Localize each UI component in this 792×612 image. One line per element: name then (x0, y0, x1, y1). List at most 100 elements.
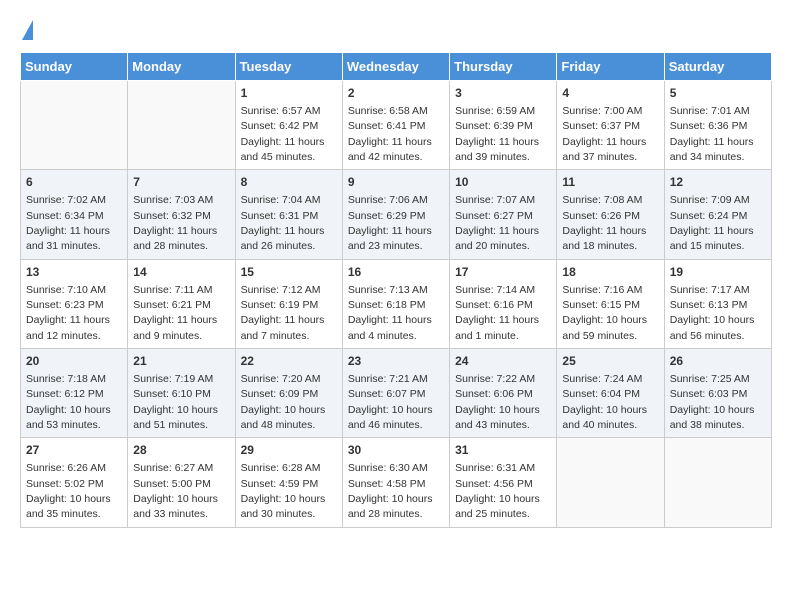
day-info: Sunrise: 7:03 AM Sunset: 6:32 PM Dayligh… (133, 194, 217, 252)
day-number: 16 (348, 264, 444, 281)
day-info: Sunrise: 7:10 AM Sunset: 6:23 PM Dayligh… (26, 284, 110, 342)
day-info: Sunrise: 7:14 AM Sunset: 6:16 PM Dayligh… (455, 284, 539, 342)
day-info: Sunrise: 7:21 AM Sunset: 6:07 PM Dayligh… (348, 373, 433, 431)
day-number: 27 (26, 442, 122, 459)
weekday-header-wednesday: Wednesday (342, 53, 449, 81)
day-number: 11 (562, 174, 658, 191)
day-number: 23 (348, 353, 444, 370)
calendar-day-cell: 18 Sunrise: 7:16 AM Sunset: 6:15 PM Dayli… (557, 259, 664, 348)
day-number: 6 (26, 174, 122, 191)
day-number: 13 (26, 264, 122, 281)
day-number: 7 (133, 174, 229, 191)
calendar-day-cell: 28Sunrise: 6:27 AM Sunset: 5:00 PM Dayli… (128, 438, 235, 527)
calendar-day-cell: 20 Sunrise: 7:18 AM Sunset: 6:12 PM Dayli… (21, 349, 128, 438)
calendar-day-cell: 22 Sunrise: 7:20 AM Sunset: 6:09 PM Dayli… (235, 349, 342, 438)
day-info: Sunrise: 7:12 AM Sunset: 6:19 PM Dayligh… (241, 284, 325, 342)
day-number: 25 (562, 353, 658, 370)
calendar-day-cell: 30 Sunrise: 6:30 AM Sunset: 4:58 PM Dayli… (342, 438, 449, 527)
calendar-table: SundayMondayTuesdayWednesdayThursdayFrid… (20, 52, 772, 528)
calendar-day-cell (21, 81, 128, 170)
page-header (20, 20, 772, 42)
day-info: Sunrise: 7:19 AM Sunset: 6:10 PM Dayligh… (133, 373, 218, 431)
calendar-day-cell: 7 Sunrise: 7:03 AM Sunset: 6:32 PM Daylig… (128, 170, 235, 259)
day-info: Sunrise: 7:04 AM Sunset: 6:31 PM Dayligh… (241, 194, 325, 252)
weekday-header-row: SundayMondayTuesdayWednesdayThursdayFrid… (21, 53, 772, 81)
day-info: Sunrise: 6:59 AM Sunset: 6:39 PM Dayligh… (455, 105, 539, 163)
calendar-day-cell: 27 Sunrise: 6:26 AM Sunset: 5:02 PM Dayli… (21, 438, 128, 527)
day-info: Sunrise: 6:30 AM Sunset: 4:58 PM Dayligh… (348, 462, 433, 520)
day-number: 19 (670, 264, 766, 281)
day-number: 30 (348, 442, 444, 459)
day-info: Sunrise: 7:08 AM Sunset: 6:26 PM Dayligh… (562, 194, 646, 252)
day-info: Sunrise: 6:57 AM Sunset: 6:42 PM Dayligh… (241, 105, 325, 163)
day-number: 17 (455, 264, 551, 281)
calendar-day-cell: 16 Sunrise: 7:13 AM Sunset: 6:18 PM Dayli… (342, 259, 449, 348)
calendar-day-cell: 29Sunrise: 6:28 AM Sunset: 4:59 PM Dayli… (235, 438, 342, 527)
weekday-header-sunday: Sunday (21, 53, 128, 81)
day-number: 8 (241, 174, 337, 191)
day-number: 26 (670, 353, 766, 370)
day-info: Sunrise: 7:09 AM Sunset: 6:24 PM Dayligh… (670, 194, 754, 252)
logo (20, 20, 33, 42)
calendar-day-cell: 14 Sunrise: 7:11 AM Sunset: 6:21 PM Dayli… (128, 259, 235, 348)
calendar-day-cell: 6Sunrise: 7:02 AM Sunset: 6:34 PM Daylig… (21, 170, 128, 259)
day-info: Sunrise: 7:13 AM Sunset: 6:18 PM Dayligh… (348, 284, 432, 342)
calendar-day-cell: 4Sunrise: 7:00 AM Sunset: 6:37 PM Daylig… (557, 81, 664, 170)
calendar-day-cell: 2Sunrise: 6:58 AM Sunset: 6:41 PM Daylig… (342, 81, 449, 170)
day-number: 31 (455, 442, 551, 459)
calendar-day-cell: 31 Sunrise: 6:31 AM Sunset: 4:56 PM Dayli… (450, 438, 557, 527)
day-info: Sunrise: 7:11 AM Sunset: 6:21 PM Dayligh… (133, 284, 217, 342)
calendar-day-cell: 21 Sunrise: 7:19 AM Sunset: 6:10 PM Dayli… (128, 349, 235, 438)
calendar-day-cell: 25 Sunrise: 7:24 AM Sunset: 6:04 PM Dayli… (557, 349, 664, 438)
calendar-day-cell: 10 Sunrise: 7:07 AM Sunset: 6:27 PM Dayli… (450, 170, 557, 259)
day-info: Sunrise: 7:01 AM Sunset: 6:36 PM Dayligh… (670, 105, 754, 163)
day-info: Sunrise: 7:24 AM Sunset: 6:04 PM Dayligh… (562, 373, 647, 431)
calendar-day-cell: 17 Sunrise: 7:14 AM Sunset: 6:16 PM Dayli… (450, 259, 557, 348)
day-info: Sunrise: 7:07 AM Sunset: 6:27 PM Dayligh… (455, 194, 539, 252)
calendar-day-cell: 15Sunrise: 7:12 AM Sunset: 6:19 PM Dayli… (235, 259, 342, 348)
day-info: Sunrise: 7:25 AM Sunset: 6:03 PM Dayligh… (670, 373, 755, 431)
day-number: 22 (241, 353, 337, 370)
weekday-header-friday: Friday (557, 53, 664, 81)
calendar-day-cell: 1 Sunrise: 6:57 AM Sunset: 6:42 PM Daylig… (235, 81, 342, 170)
day-info: Sunrise: 7:06 AM Sunset: 6:29 PM Dayligh… (348, 194, 432, 252)
calendar-week-row: 1 Sunrise: 6:57 AM Sunset: 6:42 PM Daylig… (21, 81, 772, 170)
day-info: Sunrise: 7:20 AM Sunset: 6:09 PM Dayligh… (241, 373, 326, 431)
calendar-week-row: 27 Sunrise: 6:26 AM Sunset: 5:02 PM Dayli… (21, 438, 772, 527)
day-number: 14 (133, 264, 229, 281)
calendar-day-cell: 3Sunrise: 6:59 AM Sunset: 6:39 PM Daylig… (450, 81, 557, 170)
day-number: 10 (455, 174, 551, 191)
calendar-day-cell: 13 Sunrise: 7:10 AM Sunset: 6:23 PM Dayli… (21, 259, 128, 348)
day-number: 21 (133, 353, 229, 370)
day-number: 28 (133, 442, 229, 459)
calendar-week-row: 20 Sunrise: 7:18 AM Sunset: 6:12 PM Dayli… (21, 349, 772, 438)
calendar-day-cell: 8 Sunrise: 7:04 AM Sunset: 6:31 PM Daylig… (235, 170, 342, 259)
calendar-day-cell: 12Sunrise: 7:09 AM Sunset: 6:24 PM Dayli… (664, 170, 771, 259)
calendar-day-cell: 9 Sunrise: 7:06 AM Sunset: 6:29 PM Daylig… (342, 170, 449, 259)
day-number: 5 (670, 85, 766, 102)
weekday-header-thursday: Thursday (450, 53, 557, 81)
calendar-day-cell: 11 Sunrise: 7:08 AM Sunset: 6:26 PM Dayli… (557, 170, 664, 259)
weekday-header-saturday: Saturday (664, 53, 771, 81)
calendar-week-row: 6Sunrise: 7:02 AM Sunset: 6:34 PM Daylig… (21, 170, 772, 259)
calendar-day-cell: 26 Sunrise: 7:25 AM Sunset: 6:03 PM Dayli… (664, 349, 771, 438)
logo-triangle-icon (22, 20, 33, 40)
day-info: Sunrise: 6:31 AM Sunset: 4:56 PM Dayligh… (455, 462, 540, 520)
day-info: Sunrise: 7:18 AM Sunset: 6:12 PM Dayligh… (26, 373, 111, 431)
day-number: 18 (562, 264, 658, 281)
day-info: Sunrise: 6:28 AM Sunset: 4:59 PM Dayligh… (241, 462, 326, 520)
day-info: Sunrise: 7:16 AM Sunset: 6:15 PM Dayligh… (562, 284, 647, 342)
calendar-day-cell: 23 Sunrise: 7:21 AM Sunset: 6:07 PM Dayli… (342, 349, 449, 438)
weekday-header-monday: Monday (128, 53, 235, 81)
day-number: 1 (241, 85, 337, 102)
calendar-day-cell: 24Sunrise: 7:22 AM Sunset: 6:06 PM Dayli… (450, 349, 557, 438)
day-info: Sunrise: 6:58 AM Sunset: 6:41 PM Dayligh… (348, 105, 432, 163)
day-number: 20 (26, 353, 122, 370)
day-number: 9 (348, 174, 444, 191)
calendar-day-cell (557, 438, 664, 527)
calendar-day-cell: 5 Sunrise: 7:01 AM Sunset: 6:36 PM Daylig… (664, 81, 771, 170)
calendar-week-row: 13 Sunrise: 7:10 AM Sunset: 6:23 PM Dayli… (21, 259, 772, 348)
day-info: Sunrise: 6:26 AM Sunset: 5:02 PM Dayligh… (26, 462, 111, 520)
day-number: 4 (562, 85, 658, 102)
calendar-day-cell: 19Sunrise: 7:17 AM Sunset: 6:13 PM Dayli… (664, 259, 771, 348)
